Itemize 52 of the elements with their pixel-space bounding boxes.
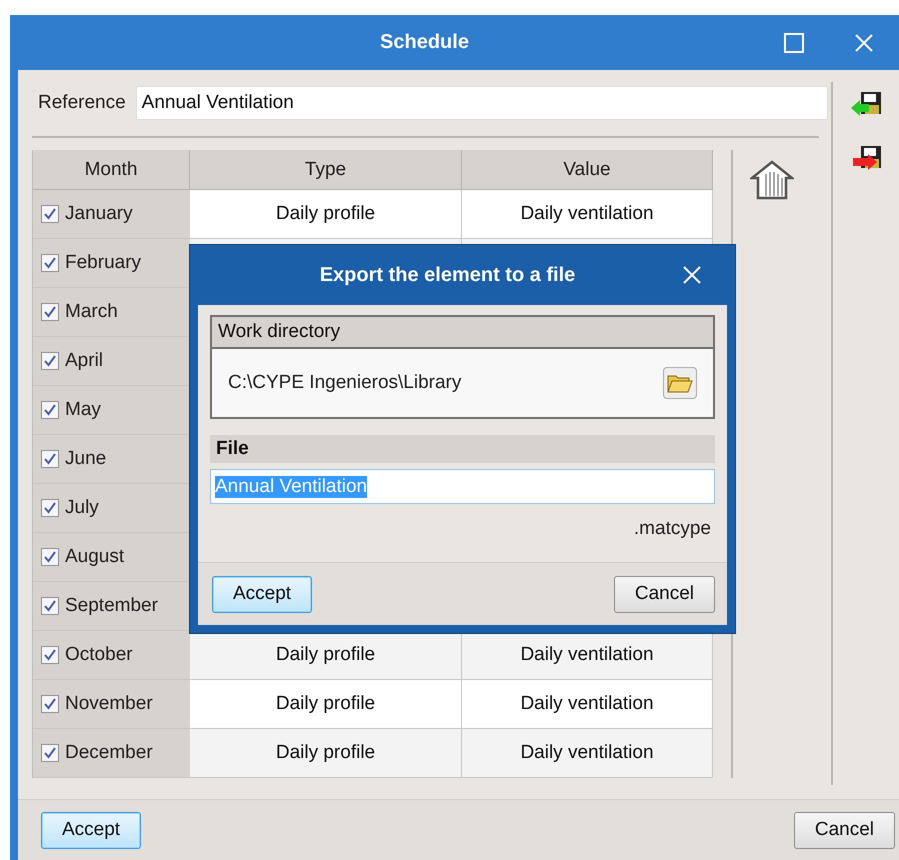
month-checkbox[interactable]: [41, 597, 59, 615]
month-checkbox[interactable]: [41, 646, 59, 664]
column-header: Value: [462, 150, 713, 190]
close-icon[interactable]: [854, 32, 874, 52]
month-checkbox[interactable]: [41, 744, 59, 762]
close-icon[interactable]: [682, 265, 702, 285]
value-cell: Daily ventilation: [462, 729, 713, 778]
type-cell: Daily profile: [190, 631, 462, 680]
browse-folder-button[interactable]: [663, 367, 697, 399]
directory-path: C:\CYPE Ingenieros\Library: [228, 372, 462, 394]
month-label: December: [65, 742, 153, 764]
month-label: May: [65, 399, 101, 421]
cancel-button[interactable]: Cancel: [614, 576, 715, 612]
value-cell: Daily ventilation: [462, 631, 713, 680]
month-label: January: [65, 203, 133, 225]
month-label: February: [65, 252, 142, 274]
dialog-title: Export the element to a file: [318, 264, 576, 286]
value-cell: Daily ventilation: [462, 190, 713, 239]
column-header: Type: [190, 150, 462, 190]
month-checkbox[interactable]: [41, 695, 59, 713]
month-label: June: [65, 448, 106, 470]
month-checkbox[interactable]: [41, 205, 59, 223]
maximize-icon[interactable]: [784, 32, 804, 52]
month-label: November: [65, 693, 153, 715]
house-icon[interactable]: [750, 160, 794, 200]
cancel-button[interactable]: Cancel: [794, 812, 895, 848]
file-header: File: [210, 435, 715, 463]
accept-button[interactable]: Accept: [41, 812, 142, 848]
month-checkbox[interactable]: [41, 303, 59, 321]
month-checkbox[interactable]: [41, 499, 59, 517]
type-cell: Daily profile: [190, 190, 462, 239]
reference-field[interactable]: Annual Ventilation: [136, 86, 828, 120]
file-extension: .matcype: [634, 518, 711, 540]
month-checkbox[interactable]: [41, 254, 59, 272]
accept-button[interactable]: Accept: [212, 576, 312, 612]
month-label: March: [65, 301, 118, 323]
month-checkbox[interactable]: [41, 548, 59, 566]
type-cell: Daily profile: [190, 680, 462, 729]
type-cell: Daily profile: [190, 729, 462, 778]
month-label: October: [65, 644, 133, 666]
month-label: July: [65, 497, 99, 519]
window-title: Schedule: [379, 31, 470, 54]
column-header: Month: [33, 150, 190, 190]
work-directory-header: Work directory: [212, 317, 713, 349]
reference-label: Reference: [38, 92, 126, 114]
month-checkbox[interactable]: [41, 352, 59, 370]
month-label: August: [65, 546, 124, 568]
month-checkbox[interactable]: [41, 401, 59, 419]
value-cell: Daily ventilation: [462, 680, 713, 729]
month-label: April: [65, 350, 104, 372]
month-checkbox[interactable]: [41, 450, 59, 468]
month-label: September: [65, 595, 158, 617]
